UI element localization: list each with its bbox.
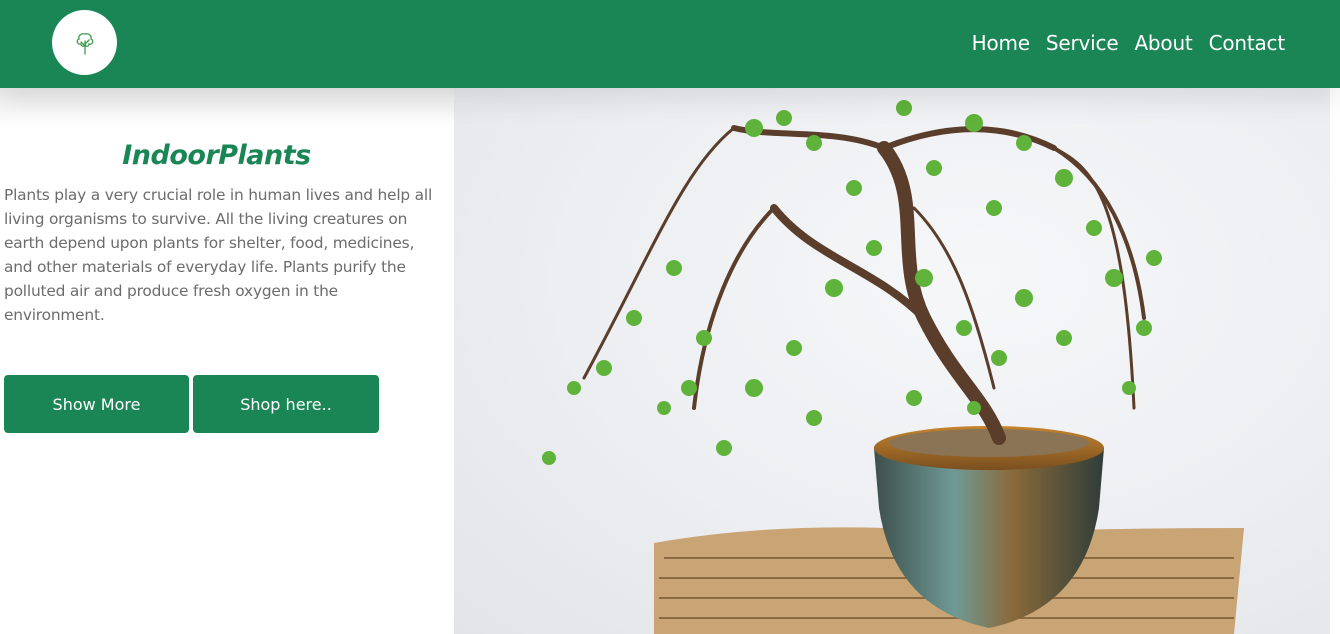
nav-home[interactable]: Home bbox=[972, 30, 1030, 56]
right-margin bbox=[1330, 88, 1340, 634]
bonsai-plant-image bbox=[542, 100, 1244, 634]
tree-icon bbox=[76, 32, 93, 55]
logo[interactable] bbox=[52, 10, 117, 75]
page-title: IndoorPlants bbox=[122, 140, 311, 171]
nav-service[interactable]: Service bbox=[1046, 30, 1119, 56]
nav-contact[interactable]: Contact bbox=[1209, 30, 1286, 56]
nav-about[interactable]: About bbox=[1134, 30, 1192, 56]
shop-here-button[interactable]: Shop here.. bbox=[193, 375, 379, 433]
main-nav: Home Service About Contact bbox=[972, 30, 1286, 56]
intro-panel: IndoorPlants Plants play a very crucial … bbox=[0, 88, 454, 634]
description-text: Plants play a very crucial role in human… bbox=[4, 186, 433, 324]
site-header: Home Service About Contact bbox=[0, 0, 1340, 88]
hero-image bbox=[454, 88, 1330, 634]
show-more-button[interactable]: Show More bbox=[4, 375, 189, 433]
